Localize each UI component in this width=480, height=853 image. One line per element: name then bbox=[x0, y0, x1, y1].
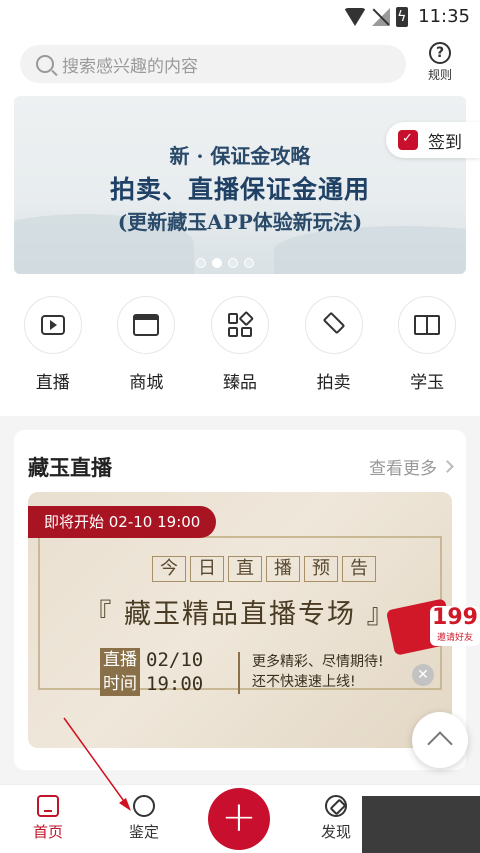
nav-label: 发现 bbox=[320, 823, 351, 841]
category-live[interactable]: 直播 bbox=[13, 296, 93, 393]
red-packet-badge: 199 邀请好友 bbox=[430, 606, 480, 646]
shop-icon bbox=[133, 314, 160, 336]
preview-char: 告 bbox=[342, 556, 376, 582]
slogan-line: 更多精彩、尽情期待! bbox=[252, 654, 384, 670]
rules-button[interactable]: ? 规则 bbox=[422, 42, 458, 83]
nav-appraise[interactable]: 鉴定 bbox=[114, 795, 174, 842]
divider bbox=[238, 652, 240, 694]
signin-label: 签到 bbox=[428, 132, 462, 153]
category-label: 学玉 bbox=[410, 373, 445, 393]
red-packet-amount: 199 bbox=[432, 605, 478, 630]
grid-diamond-icon bbox=[227, 310, 255, 337]
date-key: 直播 bbox=[100, 648, 140, 672]
banner-line2: 拍卖、直播保证金通用 bbox=[109, 175, 370, 204]
tv-play-icon bbox=[40, 315, 65, 335]
book-icon bbox=[414, 315, 441, 335]
compass-icon bbox=[325, 795, 347, 817]
date-value: 02/10 bbox=[146, 649, 204, 671]
time-key: 时间 bbox=[100, 672, 140, 696]
preview-banner: 今 日 直 播 预 告 bbox=[152, 556, 376, 582]
search-input[interactable]: 搜索感兴趣的内容 bbox=[20, 45, 406, 83]
section-title: 藏玉直播 bbox=[28, 456, 112, 480]
wifi-icon bbox=[344, 7, 367, 26]
nav-label: 鉴定 bbox=[128, 823, 159, 841]
category-label: 商城 bbox=[129, 373, 164, 393]
home-icon bbox=[37, 795, 59, 817]
preview-char: 今 bbox=[152, 556, 186, 582]
time-value: 19:00 bbox=[146, 673, 204, 695]
magnifier-icon bbox=[133, 795, 155, 817]
calendar-check-icon bbox=[398, 130, 418, 150]
close-icon[interactable]: ✕ bbox=[412, 664, 434, 686]
carousel-dot[interactable] bbox=[244, 258, 254, 268]
carousel-dot-active[interactable] bbox=[212, 258, 222, 268]
publish-plus-button[interactable]: + bbox=[208, 788, 270, 850]
gavel-icon bbox=[322, 311, 345, 335]
carousel-dots bbox=[196, 258, 254, 268]
carousel-dot[interactable] bbox=[196, 258, 206, 268]
slogan-line: 还不快速速上线! bbox=[252, 674, 356, 690]
status-time: 11:35 bbox=[418, 6, 470, 27]
upcoming-tag: 即将开始 02-10 19:00 bbox=[28, 506, 217, 538]
see-more-link[interactable]: 查看更多 bbox=[369, 454, 454, 479]
preview-char: 日 bbox=[190, 556, 224, 582]
preview-char: 预 bbox=[304, 556, 338, 582]
watermark-overlay bbox=[362, 796, 480, 853]
see-more-label: 查看更多 bbox=[369, 459, 437, 479]
status-bar: 11:35 bbox=[0, 0, 480, 34]
scroll-top-button[interactable] bbox=[412, 712, 468, 768]
preview-char: 播 bbox=[266, 556, 300, 582]
banner-line3: (更新藏玉APP体验新玩法) bbox=[117, 210, 363, 234]
chevron-right-icon bbox=[441, 460, 454, 473]
slogan: 更多精彩、尽情期待! 还不快速速上线! bbox=[252, 652, 384, 692]
nav-home[interactable]: 首页 bbox=[18, 795, 78, 842]
category-row: 直播 商城 臻品 拍卖 学玉 bbox=[0, 296, 480, 393]
category-auction[interactable]: 拍卖 bbox=[294, 296, 374, 393]
nav-discover[interactable]: 发现 bbox=[306, 795, 366, 842]
schedule-box: 直播 02/10 时间 19:00 bbox=[100, 648, 203, 696]
category-premium[interactable]: 臻品 bbox=[200, 296, 280, 393]
search-icon bbox=[36, 55, 54, 73]
header: 搜索感兴趣的内容 ? 规则 bbox=[0, 34, 480, 96]
category-label: 直播 bbox=[35, 373, 70, 393]
red-packet-sub: 邀请好友 bbox=[436, 633, 473, 643]
carousel-dot[interactable] bbox=[228, 258, 238, 268]
signin-button[interactable]: 签到 bbox=[386, 122, 480, 158]
question-icon: ? bbox=[429, 42, 451, 64]
category-shop[interactable]: 商城 bbox=[106, 296, 186, 393]
signal-icon bbox=[372, 7, 391, 26]
preview-char: 直 bbox=[228, 556, 262, 582]
category-label: 拍卖 bbox=[316, 373, 351, 393]
red-packet-promo[interactable]: 199 邀请好友 bbox=[384, 594, 480, 662]
battery-charging-icon bbox=[396, 6, 409, 27]
category-label: 臻品 bbox=[222, 373, 257, 393]
rules-label: 规则 bbox=[427, 68, 452, 82]
chevron-up-icon bbox=[427, 731, 453, 757]
search-placeholder: 搜索感兴趣的内容 bbox=[62, 56, 198, 77]
nav-label: 首页 bbox=[32, 823, 63, 841]
category-learn[interactable]: 学玉 bbox=[387, 296, 467, 393]
